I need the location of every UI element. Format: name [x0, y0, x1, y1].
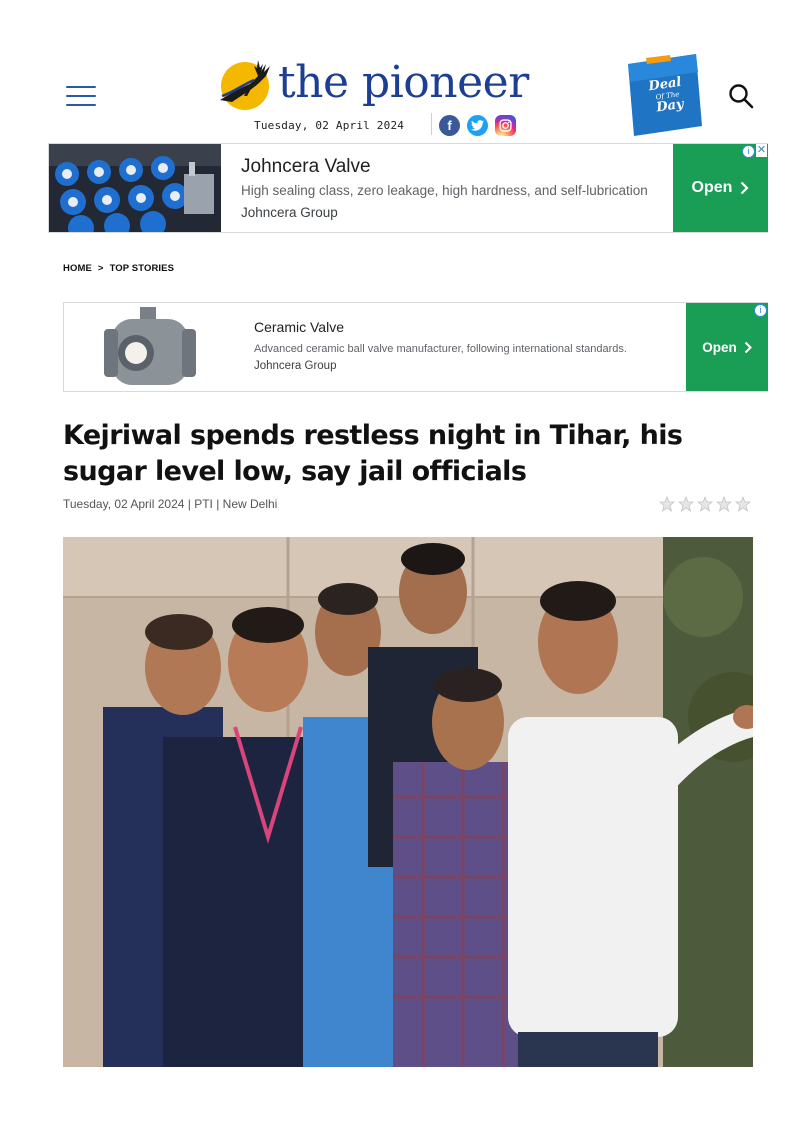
ad-description: High sealing class, zero leakage, high h… [241, 183, 648, 198]
ad-open-label: Open [702, 339, 737, 355]
article-meta: Tuesday, 02 April 2024 | PTI | New Delhi [63, 497, 278, 511]
star-icon[interactable] [659, 496, 675, 512]
facebook-link[interactable]: f [439, 115, 460, 136]
ad-close-icon[interactable]: ✕ [756, 144, 767, 157]
star-icon[interactable] [735, 496, 751, 512]
article-headline: Kejriwal spends restless night in Tihar,… [63, 420, 683, 487]
ad-open-button[interactable]: Open [686, 303, 768, 391]
ad-open-button[interactable]: Open [673, 144, 768, 232]
ad-banner-ceramic-valve[interactable]: Ceramic Valve Advanced ceramic ball valv… [63, 302, 768, 392]
ad-company: Johncera Group [241, 205, 338, 220]
breadcrumb-home[interactable]: HOME [63, 263, 92, 274]
twitter-link[interactable] [467, 115, 488, 136]
twitter-icon [471, 120, 484, 131]
deal-badge-graphic: Deal Of The Day [628, 54, 702, 136]
star-icon[interactable] [678, 496, 694, 512]
ad-info-icon[interactable]: i [742, 145, 755, 158]
hamburger-icon [66, 86, 96, 88]
header-divider [431, 113, 432, 135]
breadcrumb-top-stories[interactable]: TOP STORIES [110, 263, 174, 274]
ad-image-valves[interactable] [49, 144, 221, 232]
facebook-icon: f [447, 118, 452, 133]
ad-banner-johncera[interactable]: Johncera Valve High sealing class, zero … [48, 143, 768, 233]
ad-company: Johncera Group [254, 360, 337, 372]
ad-info-icon[interactable]: i [754, 304, 767, 317]
ad-title[interactable]: Johncera Valve [241, 156, 371, 178]
site-header: the pioneer Tuesday, 02 April 2024 f Dea… [0, 0, 793, 143]
chevron-right-icon [741, 181, 749, 195]
ad-description: Advanced ceramic ball valve manufacturer… [254, 343, 627, 355]
hamburger-menu-button[interactable] [66, 84, 100, 108]
search-icon [729, 84, 754, 109]
ad-image-ball-valve[interactable] [64, 303, 236, 391]
deal-of-the-day-badge[interactable]: Deal Of The Day [626, 52, 706, 136]
chevron-right-icon [744, 341, 752, 353]
article-photo [63, 537, 753, 1067]
breadcrumb: HOME > TOP STORIES [63, 263, 174, 274]
site-logo[interactable]: the pioneer [214, 54, 529, 116]
ad-open-label: Open [691, 179, 733, 196]
star-rating[interactable] [659, 496, 751, 512]
instagram-icon [499, 119, 512, 132]
article-photo-illustration [63, 537, 753, 1067]
breadcrumb-separator: > [97, 263, 104, 274]
instagram-link[interactable] [495, 115, 516, 136]
star-icon[interactable] [697, 496, 713, 512]
search-button[interactable] [727, 82, 755, 110]
deer-logo-icon [220, 60, 270, 110]
star-icon[interactable] [716, 496, 732, 512]
logo-wordmark: the pioneer [278, 57, 529, 108]
header-date: Tuesday, 02 April 2024 [254, 119, 405, 132]
ad-title[interactable]: Ceramic Valve [254, 319, 344, 335]
